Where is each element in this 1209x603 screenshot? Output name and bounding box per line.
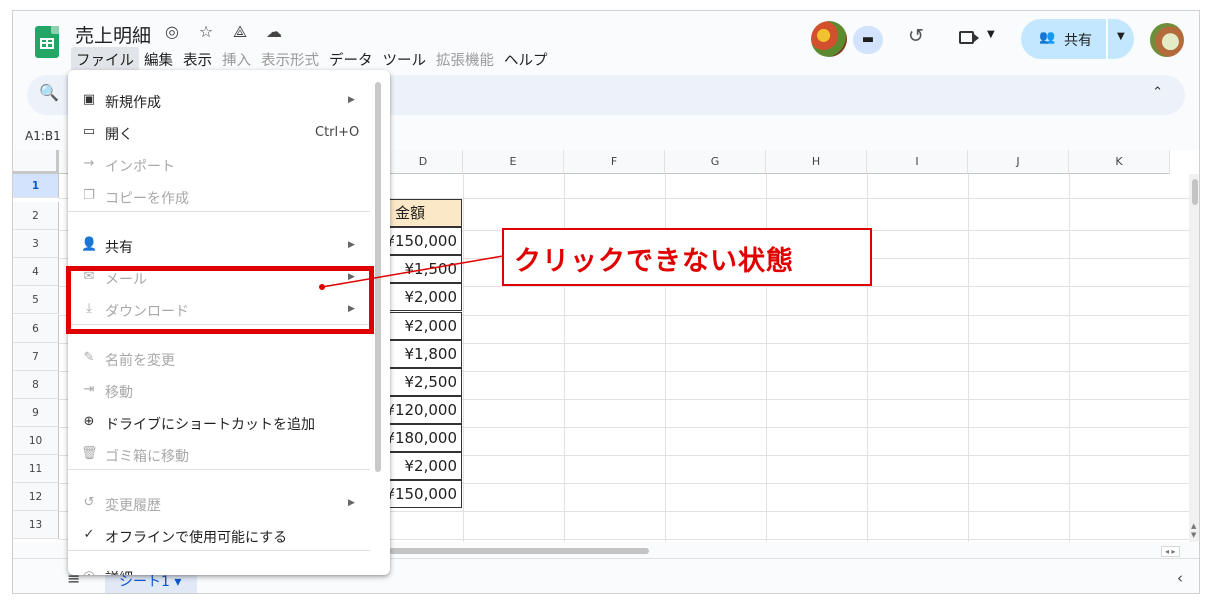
callout-leader-line (319, 255, 504, 290)
callout-label: クリックできない状態 (502, 228, 872, 286)
